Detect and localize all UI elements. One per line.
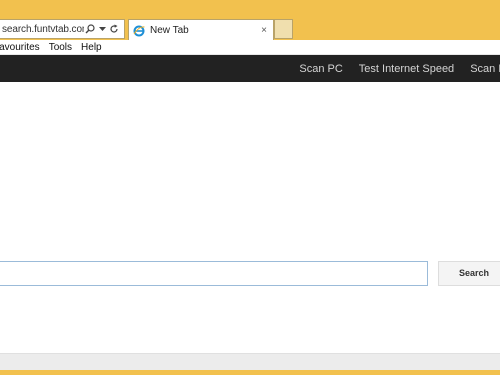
- close-icon[interactable]: ×: [257, 25, 271, 36]
- nav-scan-links[interactable]: Scan Links: [470, 63, 500, 75]
- tab-new-tab[interactable]: New Tab ×: [128, 19, 274, 40]
- tab-title: New Tab: [150, 24, 189, 36]
- ie-icon: [133, 24, 145, 37]
- menu-help[interactable]: Help: [81, 42, 102, 53]
- search-icon[interactable]: [84, 21, 96, 37]
- menu-tools[interactable]: Tools: [49, 42, 72, 53]
- dropdown-arrow-icon[interactable]: [96, 21, 108, 37]
- menu-favourites[interactable]: Favourites: [0, 42, 40, 53]
- new-tab-button[interactable]: [274, 19, 293, 39]
- browser-bottom-bar: [0, 370, 500, 375]
- web-page: Scan PC Test Internet Speed Scan Links S…: [0, 55, 500, 370]
- search-input[interactable]: [0, 261, 428, 286]
- refresh-icon[interactable]: [108, 21, 120, 37]
- top-navbar: Scan PC Test Internet Speed Scan Links: [0, 55, 500, 82]
- menu-bar: Favourites Tools Help: [0, 40, 500, 55]
- footer-strip: [0, 353, 500, 370]
- nav-scan-pc[interactable]: Scan PC: [299, 63, 342, 75]
- address-bar[interactable]: search.funtvtab.com/: [0, 19, 125, 39]
- browser-titlebar: [0, 0, 500, 15]
- address-url[interactable]: search.funtvtab.com/: [0, 24, 84, 35]
- nav-test-internet-speed[interactable]: Test Internet Speed: [359, 63, 454, 75]
- search-button[interactable]: Search: [438, 261, 500, 286]
